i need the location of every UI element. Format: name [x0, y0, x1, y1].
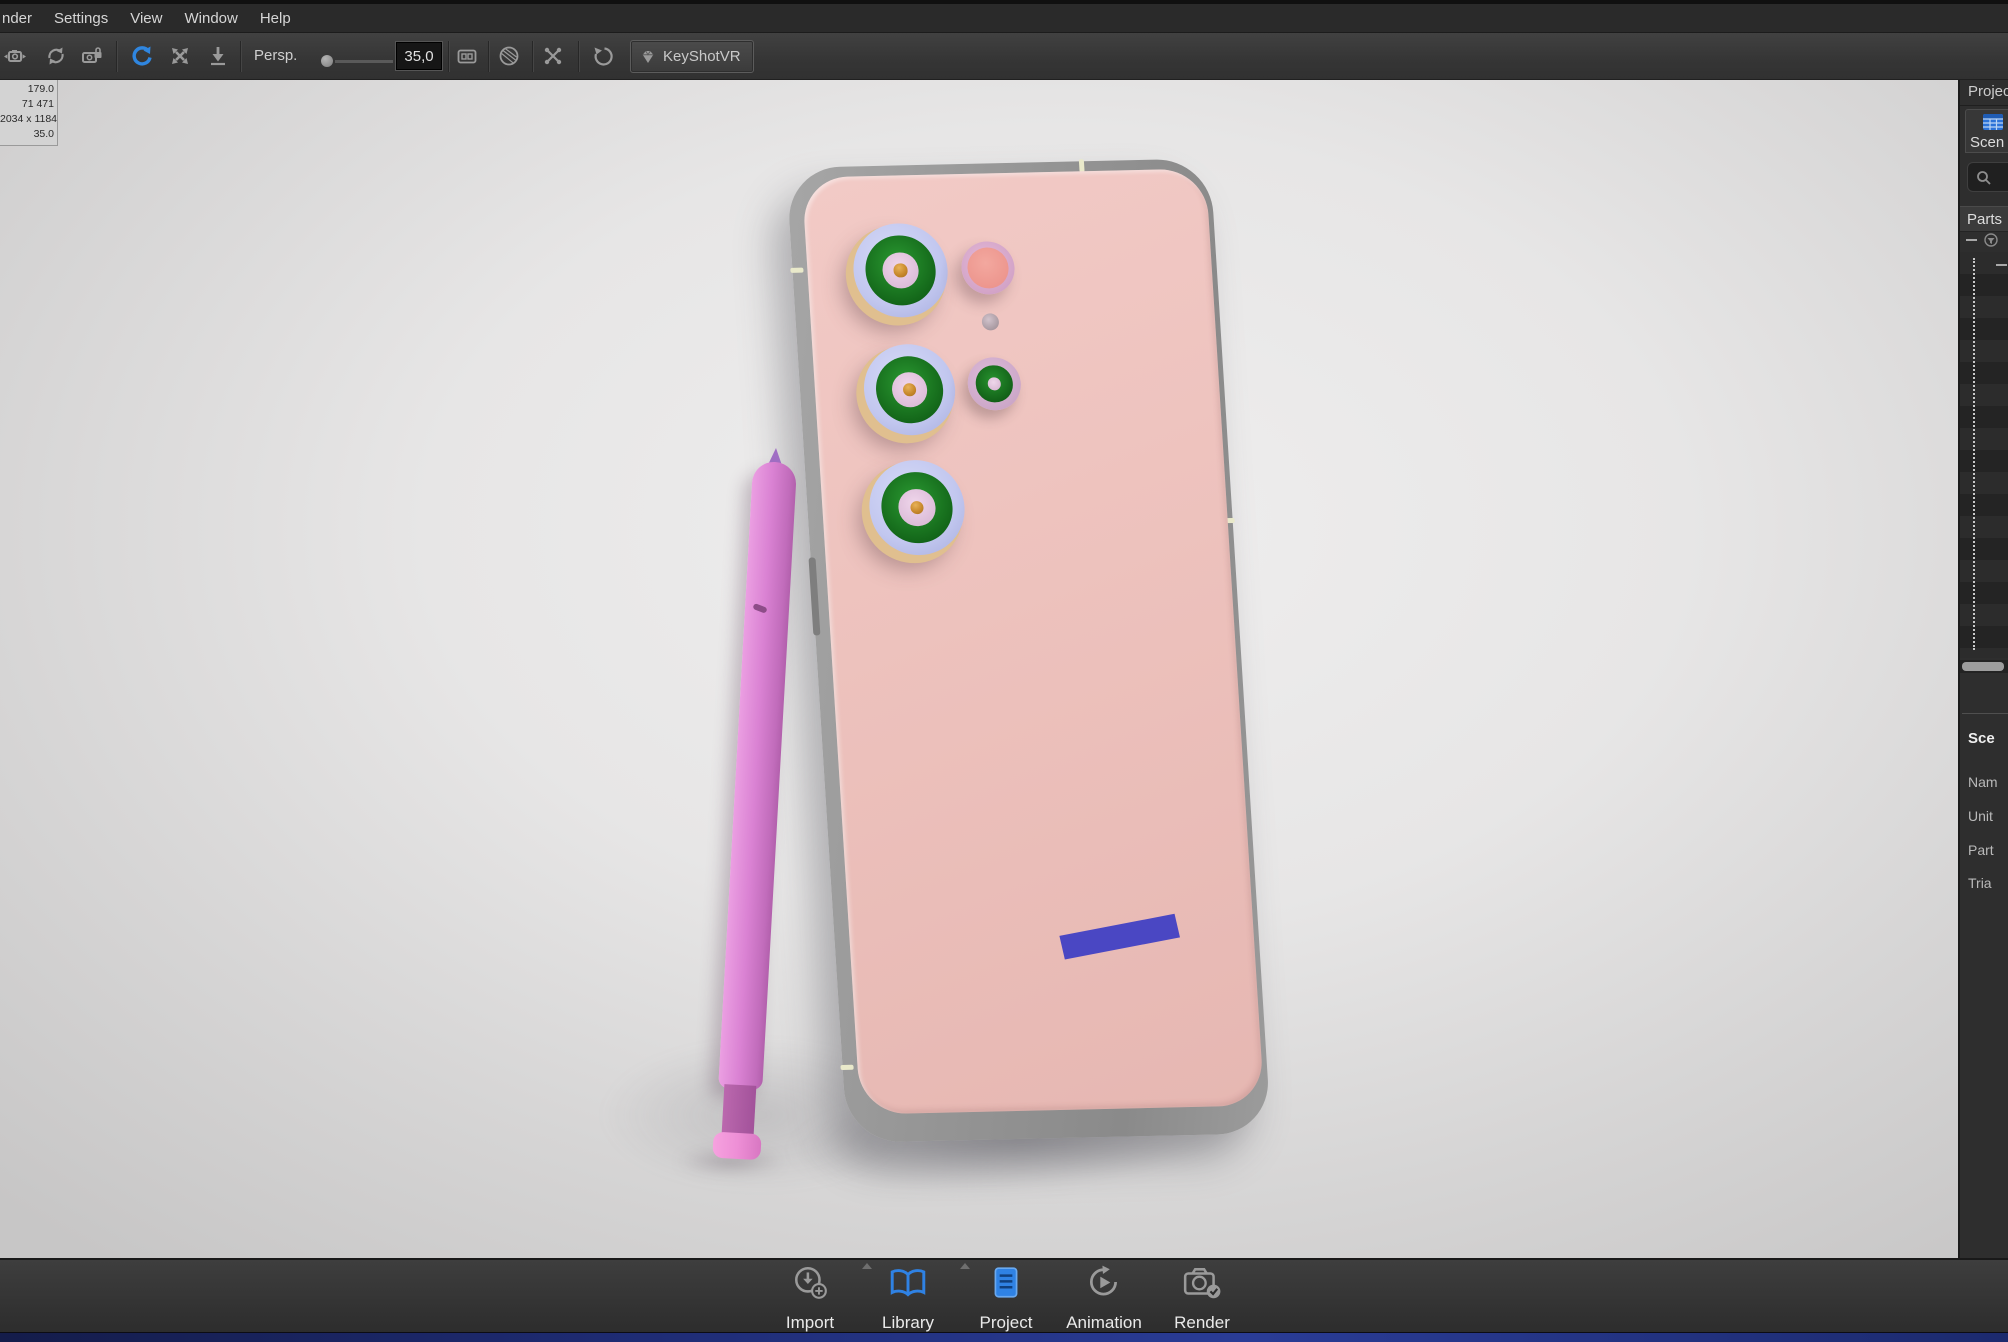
collapse-all-icon[interactable] — [1966, 239, 1977, 241]
scene-table-icon — [1982, 113, 2004, 131]
project-label: Project — [958, 1313, 1054, 1333]
toolbar-separator — [116, 41, 118, 72]
animation-label: Animation — [1056, 1313, 1152, 1333]
tree-collapse-icon[interactable] — [1996, 264, 2007, 266]
filter-icon[interactable] — [1984, 233, 1998, 247]
import-icon — [791, 1265, 829, 1301]
lock-camera-icon[interactable] — [80, 44, 104, 68]
antenna-line — [840, 1065, 853, 1070]
menu-help[interactable]: Help — [260, 10, 291, 27]
scrollbar-thumb[interactable] — [1962, 662, 2004, 671]
keyshotvr-gem-icon — [639, 48, 657, 66]
menu-settings[interactable]: Settings — [54, 10, 108, 27]
toolbar-separator — [448, 41, 450, 72]
ground-snap-icon[interactable] — [206, 44, 230, 68]
pen-lower-segment — [722, 1084, 757, 1138]
project-panel-title: Projec — [1968, 83, 2008, 100]
menu-bar: nder Settings View Window Help — [0, 0, 2008, 33]
bottom-dock: Import Library Project Animation — [0, 1258, 2008, 1332]
scene-properties-heading: Sce — [1968, 730, 1995, 747]
info-triangles: 71 471 — [0, 97, 54, 112]
library-icon — [888, 1265, 928, 1301]
pen-body[interactable] — [718, 461, 797, 1090]
realtime-viewport[interactable] — [0, 80, 1958, 1258]
import-button[interactable]: Import — [762, 1260, 858, 1334]
turntable-icon[interactable] — [591, 44, 615, 68]
project-panel: Projec Scen Parts — [1958, 80, 2008, 1258]
parts-search-input[interactable] — [1967, 162, 2008, 192]
camera-cycle-icon[interactable] — [3, 44, 27, 68]
project-button[interactable]: Project — [958, 1260, 1054, 1334]
menu-view[interactable]: View — [130, 10, 162, 27]
pen-cap — [712, 1132, 761, 1161]
render-label: Render — [1154, 1313, 1250, 1333]
parts-header[interactable]: Parts — [1960, 206, 2008, 232]
field-units-label: Unit — [1968, 808, 1993, 824]
antenna-line — [790, 268, 803, 273]
menu-render[interactable]: nder — [2, 10, 32, 27]
perspective-label: Persp. — [254, 47, 297, 64]
perspective-slider[interactable] — [335, 60, 393, 63]
info-resolution: 2034 x 1184 — [0, 112, 54, 127]
perspective-slider-knob[interactable] — [321, 55, 333, 67]
animation-icon — [1085, 1265, 1123, 1301]
keyshotvr-button[interactable]: KeyShotVR — [630, 40, 754, 73]
toolbar-separator — [578, 41, 580, 72]
menu-window[interactable]: Window — [184, 10, 237, 27]
tree-guide-line — [1973, 258, 1975, 650]
geometry-nodes-icon[interactable] — [541, 44, 565, 68]
taskbar-edge-strip — [0, 1332, 2008, 1342]
divider — [1962, 713, 2008, 714]
library-button[interactable]: Library — [860, 1260, 956, 1334]
render-icon — [1182, 1265, 1222, 1301]
tab-scene[interactable]: Scen — [1965, 109, 2008, 153]
sync-camera-icon[interactable] — [44, 44, 68, 68]
divider — [1960, 105, 2008, 106]
scene-tree[interactable] — [1960, 252, 2008, 658]
tree-horizontal-scrollbar[interactable] — [1960, 660, 2008, 673]
render-button[interactable]: Render — [1154, 1260, 1250, 1334]
search-icon — [1976, 170, 1992, 186]
library-label: Library — [860, 1313, 956, 1333]
toolbar-separator — [240, 41, 242, 72]
field-name-label: Nam — [1968, 774, 1998, 790]
field-parts-label: Part — [1968, 842, 1994, 858]
keyshot-window: nder Settings View Window Help — [0, 0, 2008, 1342]
info-fov: 35.0 — [0, 127, 54, 142]
pan-arrows-icon[interactable] — [168, 44, 192, 68]
camera-info-box: 179.0 71 471 2034 x 1184 35.0 — [0, 80, 58, 146]
info-focal: 179.0 — [0, 82, 54, 97]
camera-toolbar: Persp. 35,0 K — [0, 33, 2008, 80]
animation-button[interactable]: Animation — [1056, 1260, 1152, 1334]
fov-value-input[interactable]: 35,0 — [396, 42, 442, 70]
toolbar-separator — [532, 41, 534, 72]
import-label: Import — [762, 1313, 858, 1333]
project-icon — [988, 1265, 1024, 1301]
render-region-icon[interactable] — [455, 44, 479, 68]
field-triangles-label: Tria — [1968, 875, 1992, 891]
tab-scene-label: Scen — [1970, 134, 2004, 151]
keyshotvr-label: KeyShotVR — [663, 48, 741, 65]
environment-sphere-icon[interactable] — [497, 44, 521, 68]
parts-header-label: Parts — [1967, 211, 2002, 228]
phone-model[interactable] — [786, 158, 1271, 1142]
reset-camera-icon[interactable] — [130, 44, 154, 68]
toolbar-separator — [488, 41, 490, 72]
